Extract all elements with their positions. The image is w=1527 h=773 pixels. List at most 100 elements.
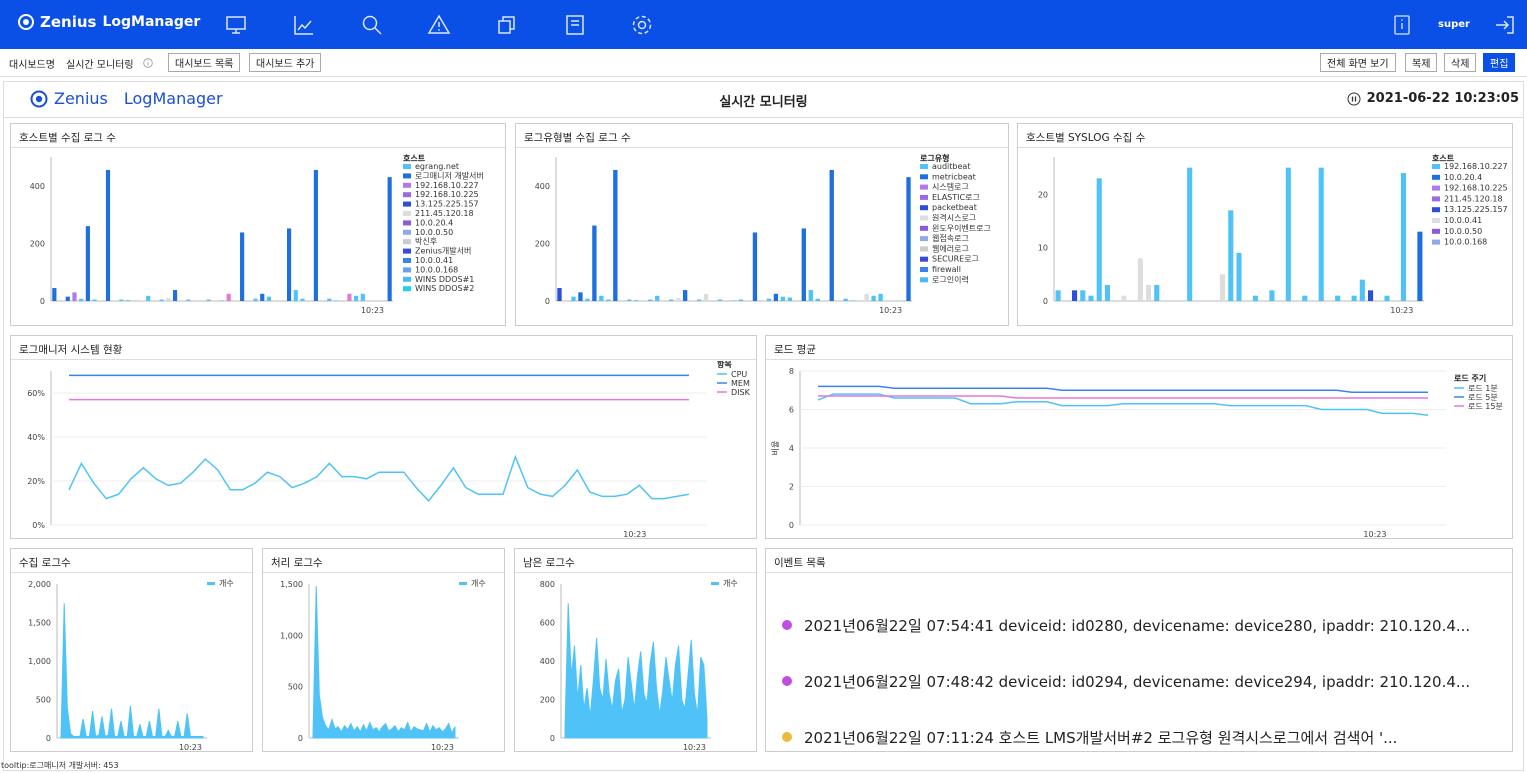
x-tick-label: 10:23 (683, 743, 706, 751)
legend-swatch (1432, 174, 1440, 180)
legend-label: egrang.net (415, 162, 459, 171)
chart-bar (1096, 178, 1102, 301)
event-item[interactable]: 2021년06월22일 07:11:24 호스트 LMS개발서버#2 로그유형 … (782, 709, 1508, 765)
type-logs-panel: 로그유형별 수집 로그 수 0 200 400 10:23 로그유형 auditbeat m… (515, 123, 1009, 326)
processed-panel: 처리 로그수 0 500 1,000 1,500 10:23 개수 (262, 548, 505, 752)
app-logo[interactable]: Zenius LogManager (18, 13, 200, 31)
dashboard-name: 실시간 모니터링 (66, 60, 134, 71)
area-series (60, 603, 204, 739)
remaining-chart[interactable]: 0 200 400 600 800 10:23 개수 (515, 574, 756, 751)
copy-icon[interactable] (495, 13, 519, 37)
fullscreen-button[interactable]: 전체 화면 보기 (1320, 53, 1396, 72)
legend-swatch (1432, 239, 1440, 245)
legend-swatch (920, 256, 928, 262)
legend-label: metricbeat (932, 172, 976, 181)
host-logs-panel: 호스트별 수집 로그 수 0 200 400 10:23 호스트 egrang.net 로그… (10, 123, 506, 326)
user-name[interactable]: super (1438, 19, 1470, 30)
chart-bar (1121, 295, 1127, 301)
chart-bar (627, 299, 632, 301)
delete-button[interactable]: 삭제 (1444, 53, 1477, 72)
y-tick-label: 2,000 (28, 580, 51, 589)
legend-label: DISK (731, 388, 751, 397)
legend-label: 시스템로그 (932, 182, 969, 192)
processed-chart[interactable]: 0 500 1,000 1,500 10:23 개수 (263, 574, 504, 751)
series-line (818, 385, 1428, 393)
legend-swatch (1432, 196, 1440, 202)
syslog-chart[interactable]: 0102010:23호스트192.168.10.22710.0.20.4192.… (1018, 149, 1512, 325)
legend-swatch (920, 215, 928, 221)
chart-bar (752, 232, 758, 301)
chart-bar (801, 228, 806, 301)
legend-swatch (403, 173, 411, 179)
dashboard-add-button[interactable]: 대시보드 추가 (249, 53, 322, 72)
y-tick-label: 8 (789, 367, 794, 376)
system-chart[interactable]: 0% 20% 40% 60% 10:23 항목CPUMEMDISK (11, 361, 756, 538)
legend-label: 개수 (219, 578, 234, 588)
legend-swatch (920, 184, 928, 190)
y-tick-label: 0 (545, 297, 550, 306)
edit-button[interactable]: 편집 (1483, 53, 1516, 72)
event-item[interactable]: 2021년06월22일 07:54:41 deviceid: id0280, d… (782, 597, 1508, 653)
chart-bar (260, 293, 265, 301)
chart-bar (1088, 295, 1094, 301)
copy-button[interactable]: 복제 (1405, 53, 1438, 72)
x-tick-label: 10:23 (623, 530, 646, 538)
legend-label: 10.0.20.4 (1444, 173, 1482, 182)
y-tick-label: 1,000 (280, 631, 303, 640)
legend-label: 192.168.10.225 (415, 190, 479, 199)
y-tick-label: 200 (540, 696, 555, 705)
chart-bar (606, 299, 611, 301)
panel-title: 호스트별 수집 로그 수 (11, 124, 505, 148)
top-nav-bar: Zenius LogManager super (0, 0, 1527, 49)
collected-chart[interactable]: 0 500 1,000 1,500 2,000 10:23 개수 (11, 574, 252, 751)
y-tick-label: 20% (27, 477, 45, 486)
event-item[interactable]: 2021년06월22일 07:48:42 deviceid: id0294, d… (782, 653, 1508, 709)
monitor-icon[interactable] (224, 13, 248, 37)
chart-bar (703, 293, 709, 301)
legend-swatch (403, 164, 411, 169)
legend-swatch (403, 201, 411, 207)
legend-label: 10.0.0.168 (415, 265, 458, 274)
y-tick-label: 200 (535, 239, 550, 248)
x-tick-label: 10:23 (361, 306, 384, 315)
area-series (312, 586, 456, 739)
chart-bar (327, 298, 332, 301)
legend-label: 192.168.10.227 (415, 181, 479, 190)
panel-title: 로그매니저 시스템 현황 (11, 336, 756, 360)
legend-swatch (920, 205, 928, 211)
legend-label: 원격시스로그 (932, 213, 976, 223)
chart-bar (166, 298, 171, 301)
legend-swatch (403, 239, 411, 245)
chart-bar (1236, 253, 1242, 301)
chart-bar (172, 290, 178, 301)
warning-icon[interactable] (427, 13, 451, 37)
type-logs-chart[interactable]: 020040010:23로그유형auditbeatmetricbeat시스템로그… (516, 149, 1008, 325)
logout-icon[interactable] (1493, 13, 1517, 37)
load-chart[interactable]: 0 2 4 6 8 10:23 비율 로드 주기로드 1분로드 5분로드 15분 (766, 361, 1512, 538)
chart-bar (65, 296, 70, 301)
y-tick-label: 400 (30, 182, 45, 191)
chart-bar (193, 300, 198, 301)
line-chart-icon[interactable] (292, 13, 316, 37)
chart-bar (780, 296, 786, 301)
info-icon[interactable] (1390, 13, 1414, 37)
document-icon[interactable] (563, 13, 587, 37)
system-panel: 로그매니저 시스템 현황 0% 20% 40% 60% 10:23 항목 CPU MEM DIS… (10, 335, 757, 539)
chart-bar (766, 298, 772, 301)
legend-label: CPU (731, 370, 747, 379)
x-tick-label: 10:23 (1390, 306, 1413, 315)
gear-icon[interactable] (630, 13, 654, 37)
legend-swatch (920, 225, 928, 231)
info-circle-icon[interactable] (143, 58, 153, 68)
chart-bar (92, 299, 97, 301)
y-tick-label: 1,500 (28, 619, 51, 628)
pause-icon[interactable] (1347, 92, 1361, 106)
chart-bar (1252, 295, 1258, 301)
chart-bar (1269, 290, 1275, 301)
dashboard-list-button[interactable]: 대시보드 목록 (168, 53, 241, 72)
chart-bar (815, 298, 820, 301)
search-icon[interactable] (360, 13, 384, 37)
legend-title: 항목 (717, 361, 732, 369)
host-logs-chart[interactable]: 020040010:23호스트egrang.net로그매니저 개발서버192.1… (11, 149, 505, 325)
chart-bar (219, 300, 225, 301)
